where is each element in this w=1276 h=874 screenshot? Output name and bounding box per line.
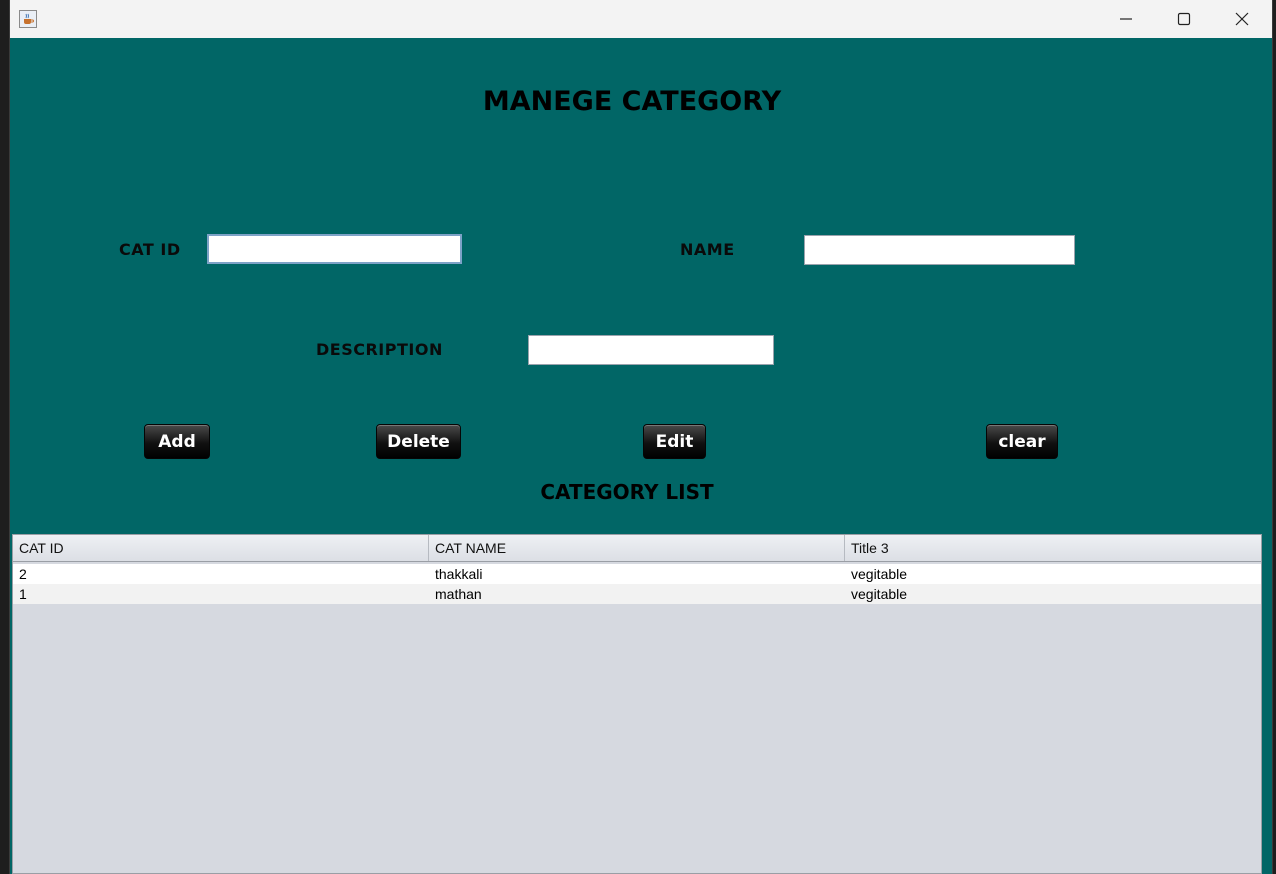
minimize-icon [1120,18,1132,20]
cell-cat-name: mathan [435,586,482,602]
close-icon [1235,12,1249,26]
page-title: MANEGE CATEGORY [482,86,782,117]
edit-button[interactable]: Edit [643,424,706,459]
table-row[interactable]: 1 mathan vegitable [13,584,1261,604]
cell-cat-id: 2 [19,566,27,582]
minimize-button[interactable] [1097,0,1155,38]
close-button[interactable] [1213,0,1271,38]
delete-button[interactable]: Delete [376,424,461,459]
title-bar[interactable] [10,0,1272,38]
description-label: DESCRIPTION [316,340,443,359]
clear-button[interactable]: clear [986,424,1058,459]
maximize-icon [1177,12,1191,26]
cell-cat-id: 1 [19,586,27,602]
column-header-cat-name[interactable]: CAT NAME [429,535,845,561]
table-row[interactable]: 2 thakkali vegitable [13,564,1261,584]
name-label: NAME [680,240,735,259]
column-header-title-3[interactable]: Title 3 [845,535,1261,561]
column-header-cat-id[interactable]: CAT ID [13,535,429,561]
name-field[interactable] [804,235,1075,265]
cell-title-3: vegitable [851,566,908,582]
java-cup-icon[interactable] [19,10,37,28]
add-button[interactable]: Add [144,424,210,459]
description-field[interactable] [528,335,774,365]
maximize-button[interactable] [1155,0,1213,38]
app-window: MANEGE CATEGORY CAT ID NAME DESCRIPTION … [9,0,1273,874]
category-list-title: CATEGORY LIST [540,480,714,504]
table-header: CAT ID CAT NAME Title 3 [13,535,1261,562]
cat-id-field[interactable] [207,234,462,264]
category-table[interactable]: CAT ID CAT NAME Title 3 2 thakkali vegit… [12,534,1262,874]
cell-cat-name: thakkali [435,566,483,582]
cat-id-label: CAT ID [119,240,181,259]
cell-title-3: vegitable [851,586,908,602]
